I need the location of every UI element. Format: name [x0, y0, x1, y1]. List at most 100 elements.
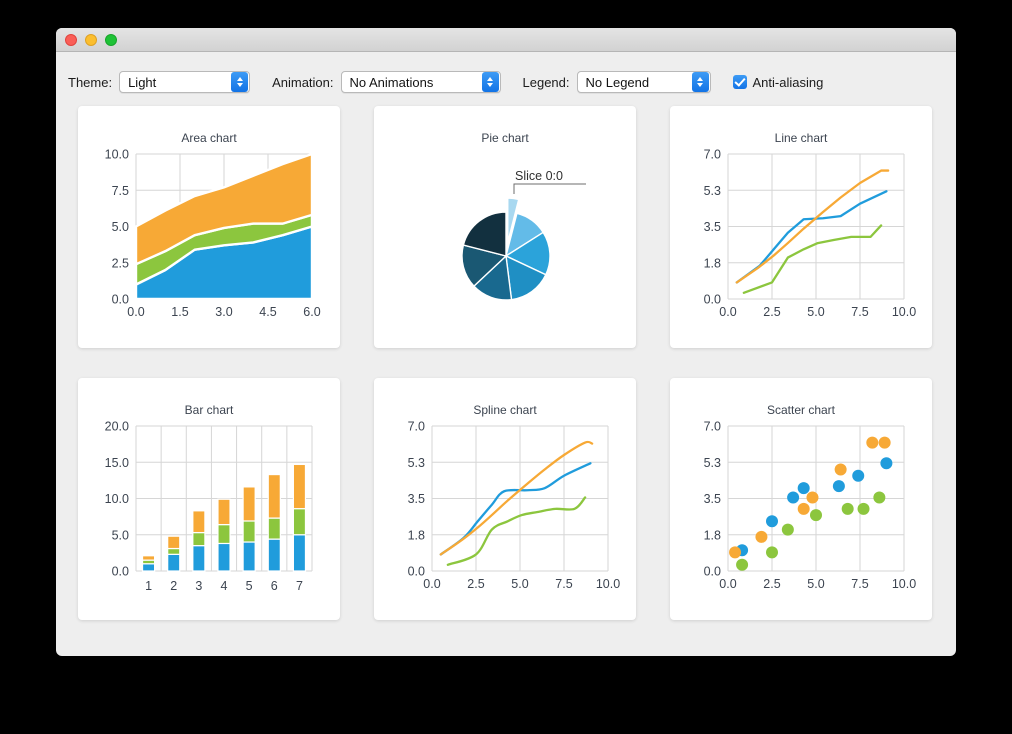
axis-tick-label: 2.5 — [763, 577, 780, 591]
axis-tick-label: 3 — [195, 579, 202, 593]
legend-select-value: No Legend — [578, 75, 692, 90]
bar-segment — [293, 535, 305, 571]
axis-tick-label: 3.5 — [408, 492, 425, 506]
legend-select[interactable]: No Legend — [577, 71, 711, 93]
scatter-point — [873, 491, 885, 503]
axis-tick-label: 3.5 — [704, 220, 721, 234]
theme-select[interactable]: Light — [119, 71, 250, 93]
app-window: Theme: Light Animation: No Animations Le… — [56, 28, 956, 656]
axis-tick-label: 7.5 — [112, 184, 129, 198]
scatter-point — [766, 546, 778, 558]
axis-tick-label: 0.0 — [423, 577, 440, 591]
bar-segment — [218, 543, 230, 571]
scatter-point — [787, 491, 799, 503]
bar-segment — [243, 542, 255, 571]
pie-slice-label: Slice 0:0 — [515, 169, 563, 183]
axis-tick-label: 5 — [246, 579, 253, 593]
line-series-group — [441, 442, 592, 565]
animation-select[interactable]: No Animations — [341, 71, 501, 93]
axis-tick-label: 7.5 — [555, 577, 572, 591]
chevron-updown-icon — [231, 72, 248, 92]
scatter-chart-card[interactable]: Scatter chart0.01.83.55.37.00.02.55.07.5… — [670, 378, 932, 620]
scatter-point — [835, 464, 847, 476]
line-series-group — [737, 171, 888, 293]
scatter-point — [755, 531, 767, 543]
axis-tick-label: 2 — [170, 579, 177, 593]
bar-segment — [243, 487, 255, 521]
toolbar: Theme: Light Animation: No Animations Le… — [56, 52, 956, 98]
legend-label: Legend: — [523, 75, 570, 90]
bar-series-group — [143, 464, 306, 571]
axis-tick-label: 1.5 — [171, 305, 188, 319]
spline-chart-card[interactable]: Spline chart0.01.83.55.37.00.02.55.07.51… — [374, 378, 636, 620]
bar-segment — [293, 464, 305, 508]
bar-segment — [268, 518, 280, 539]
axis-tick-label: 5.0 — [807, 577, 824, 591]
scatter-point — [782, 524, 794, 536]
grid-lines — [728, 154, 904, 299]
axis-tick-label: 10.0 — [105, 148, 129, 162]
axis-tick-label: 15.0 — [105, 456, 129, 470]
scatter-series-group — [729, 437, 892, 571]
line-series — [448, 497, 585, 564]
theme-label: Theme: — [68, 75, 112, 90]
axis-tick-label: 5.0 — [112, 528, 129, 542]
chart-grid: Area chart 0.0 2.5 5.0 7.5 10.0 0.0 1.5 3.0 4.5 6.… — [56, 98, 956, 620]
area-chart-card[interactable]: Area chart0.02.55.07.510.00.01.53.04.56.… — [78, 106, 340, 348]
scatter-point — [879, 437, 891, 449]
bar-segment — [168, 554, 180, 571]
minimize-window-button[interactable] — [85, 34, 97, 46]
bar-chart-card[interactable]: Bar chart0.05.010.015.020.01234567 — [78, 378, 340, 620]
bar-segment — [243, 521, 255, 542]
axis-tick-label: 3.0 — [215, 305, 232, 319]
axis-tick-label: 10.0 — [892, 305, 916, 319]
pie-slice-label-group: Slice 0:0 — [514, 169, 586, 194]
bar-segment — [268, 539, 280, 571]
chart-title: Scatter chart — [767, 403, 836, 417]
axis-tick-label: 1 — [145, 579, 152, 593]
bar-chart: Bar chart0.05.010.015.020.01234567 — [78, 378, 340, 620]
scatter-point — [858, 503, 870, 515]
pie-chart-card[interactable]: Pie chart Slice 0:0 — [374, 106, 636, 348]
scatter-chart: Scatter chart0.01.83.55.37.00.02.55.07.5… — [670, 378, 932, 620]
axis-tick-label: 6.0 — [303, 305, 320, 319]
spline-chart: Spline chart0.01.83.55.37.00.02.55.07.51… — [374, 378, 636, 620]
close-window-button[interactable] — [65, 34, 77, 46]
chart-title: Pie chart — [481, 131, 529, 145]
axis-tick-label: 5.3 — [704, 184, 721, 198]
bar-segment — [193, 511, 205, 533]
axis-tick-label: 3.5 — [704, 492, 721, 506]
bar-segment — [143, 564, 155, 571]
axis-tick-label: 4.5 — [259, 305, 276, 319]
chart-title: Line chart — [775, 131, 828, 145]
scatter-point — [810, 509, 822, 521]
axis-tick-label: 7.0 — [408, 420, 425, 434]
line-chart: Line chart0.01.83.55.37.00.02.55.07.510.… — [670, 106, 932, 348]
bar-segment — [193, 546, 205, 571]
line-chart-card[interactable]: Line chart0.01.83.55.37.00.02.55.07.510.… — [670, 106, 932, 348]
scatter-point — [806, 491, 818, 503]
pie-chart: Pie chart Slice 0:0 — [374, 106, 636, 348]
axis-tick-label: 10.0 — [105, 492, 129, 506]
bar-segment — [218, 499, 230, 524]
axis-tick-label: 5.0 — [807, 305, 824, 319]
theme-select-value: Light — [120, 75, 231, 90]
axis-tick-label: 6 — [271, 579, 278, 593]
chart-title: Area chart — [181, 131, 237, 145]
scatter-point — [729, 546, 741, 558]
bar-segment — [168, 549, 180, 555]
maximize-window-button[interactable] — [105, 34, 117, 46]
window-titlebar — [56, 28, 956, 52]
scatter-point — [766, 515, 778, 527]
axis-tick-label: 7 — [296, 579, 303, 593]
axis-tick-label: 4 — [221, 579, 228, 593]
chevron-updown-icon — [692, 72, 709, 92]
axis-tick-label: 0.0 — [719, 305, 736, 319]
bar-segment — [193, 533, 205, 546]
antialiasing-checkbox[interactable]: Anti-aliasing — [733, 75, 824, 90]
axis-tick-label: 5.0 — [112, 220, 129, 234]
axis-tick-label: 1.8 — [704, 256, 721, 270]
axis-tick-label: 7.0 — [704, 420, 721, 434]
pie-slices-group — [462, 198, 550, 300]
axis-tick-label: 5.3 — [704, 456, 721, 470]
